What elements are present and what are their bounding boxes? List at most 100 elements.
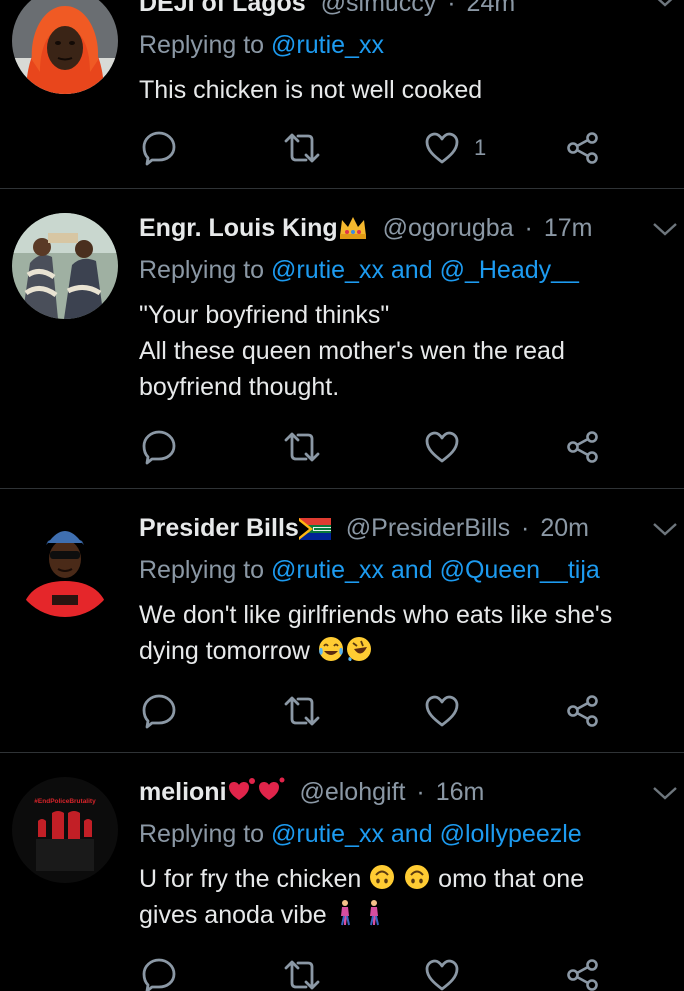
retweet-button[interactable] (282, 691, 322, 731)
display-name[interactable]: Engr. Louis King (139, 214, 338, 242)
like-button[interactable] (424, 691, 474, 731)
replying-prefix: Replying to (139, 820, 265, 848)
heart-exclamation-emoji (228, 777, 285, 800)
reply-button[interactable] (140, 427, 178, 467)
replying-to: Replying to @rutie_xx (139, 28, 664, 62)
reply-button[interactable] (140, 955, 178, 991)
reply-icon (142, 430, 176, 465)
avatar[interactable] (12, 213, 118, 319)
tweet-text-line: omo that one (438, 865, 585, 893)
like-button[interactable]: 1 (424, 128, 486, 168)
share-button[interactable] (566, 128, 600, 168)
rolling-laughing-emoji (346, 637, 371, 661)
tweet-text-line: dying tomorrow (139, 637, 310, 665)
tweet[interactable]: Presider Bills @PresiderBills · 20m Repl… (0, 489, 684, 753)
handle[interactable]: @simuccy (321, 0, 437, 17)
person-walking-emoji (369, 900, 379, 926)
avatar-text: #EndPoliceBrutality (34, 798, 96, 805)
reply-icon (142, 694, 176, 729)
timestamp[interactable]: 24m (467, 0, 516, 17)
handle[interactable]: @elohgift (299, 778, 405, 806)
person-walking-emoji (340, 900, 350, 926)
mention-link[interactable]: @lollypeezle (440, 820, 582, 848)
tweet-text-line: U for fry the chicken (139, 865, 362, 893)
tweet-actions: 1 (140, 128, 620, 168)
tears-of-joy-emoji (318, 637, 343, 661)
heart-icon (425, 959, 459, 991)
reply-icon (142, 958, 176, 991)
share-button[interactable] (566, 427, 600, 467)
tweet-actions (140, 955, 620, 991)
separator-dot: · (524, 214, 533, 242)
replying-to: Replying to @rutie_xx and @_Heady__ (139, 253, 664, 287)
tweet-text: "Your boyfriend thinks" All these queen … (139, 297, 664, 405)
share-icon (567, 959, 598, 991)
upside-down-face-emoji (370, 865, 395, 889)
mention-join: and (390, 556, 433, 584)
display-name[interactable]: melioni (139, 778, 227, 806)
replying-prefix: Replying to (139, 31, 265, 59)
tweet[interactable]: DEJI of Lagos @simuccy · 24m Replying to… (0, 0, 684, 189)
reply-button[interactable] (140, 691, 178, 731)
share-button[interactable] (566, 691, 600, 731)
mention-link[interactable]: @_Heady__ (440, 256, 579, 284)
mention-link[interactable]: @rutie_xx (271, 256, 384, 284)
south-africa-flag-emoji (298, 518, 331, 540)
retweet-button[interactable] (282, 427, 322, 467)
replying-prefix: Replying to (139, 556, 265, 584)
handle[interactable]: @ogorugba (383, 214, 514, 242)
like-button[interactable] (424, 955, 474, 991)
timestamp[interactable]: 17m (544, 214, 593, 242)
chevron-down-icon[interactable] (652, 221, 678, 237)
tweet-text-line: We don't like girlfriends who eats like … (139, 601, 613, 629)
tweet-actions (140, 427, 620, 467)
avatar[interactable] (12, 0, 118, 94)
tweet-text-line: All these queen mother's wen the read (139, 337, 565, 365)
display-name[interactable]: DEJI of Lagos (139, 0, 306, 17)
like-count: 1 (474, 135, 487, 160)
tweet-text-line-wrap: gives anoda vibe (139, 897, 664, 933)
reply-icon (142, 131, 176, 166)
mention-link[interactable]: @Queen__tija (440, 556, 600, 584)
tweet-actions (140, 691, 620, 731)
timestamp[interactable]: 20m (540, 514, 589, 542)
separator-dot: · (416, 778, 425, 806)
tweet-text: We don't like girlfriends who eats like … (139, 597, 664, 669)
crown-emoji (339, 217, 366, 239)
replying-to: Replying to @rutie_xx and @lollypeezle (139, 817, 664, 851)
timestamp[interactable]: 16m (436, 778, 485, 806)
tweet-text-line: boyfriend thought. (139, 373, 340, 401)
retweet-icon (284, 696, 320, 726)
tweet-text-line: "Your boyfriend thinks" (139, 301, 390, 329)
heart-icon (425, 132, 459, 164)
mention-join: and (390, 820, 433, 848)
reply-button[interactable] (140, 128, 178, 168)
separator-dot: · (521, 514, 530, 542)
chevron-down-icon[interactable] (652, 521, 678, 537)
share-button[interactable] (566, 955, 600, 991)
share-icon (567, 132, 598, 164)
tweet-text-line-wrap: U for fry the chicken omo that one (139, 861, 664, 897)
retweet-icon (284, 432, 320, 462)
mention-link[interactable]: @rutie_xx (271, 820, 384, 848)
retweet-button[interactable] (282, 128, 322, 168)
chevron-down-icon[interactable] (652, 0, 678, 8)
retweet-icon (284, 133, 320, 163)
display-name[interactable]: Presider Bills (139, 514, 299, 542)
tweet-text: This chicken is not well cooked (139, 72, 664, 108)
like-button[interactable] (424, 427, 474, 467)
tweet[interactable]: #EndPoliceBrutality melioni @elohgift · … (0, 753, 684, 991)
heart-icon (425, 695, 459, 727)
separator-dot: · (447, 0, 456, 17)
tweet-text: U for fry the chicken omo that one gives… (139, 861, 664, 933)
retweet-button[interactable] (282, 955, 322, 991)
tweet[interactable]: Engr. Louis King @ogorugba · 17m Replyin… (0, 189, 684, 489)
avatar[interactable]: #EndPoliceBrutality (12, 777, 118, 883)
chevron-down-icon[interactable] (652, 785, 678, 801)
avatar[interactable] (12, 511, 118, 617)
mention-link[interactable]: @rutie_xx (271, 31, 384, 59)
mention-link[interactable]: @rutie_xx (271, 556, 384, 584)
retweet-icon (284, 960, 320, 990)
heart-icon (425, 431, 459, 463)
handle[interactable]: @PresiderBills (346, 514, 510, 542)
